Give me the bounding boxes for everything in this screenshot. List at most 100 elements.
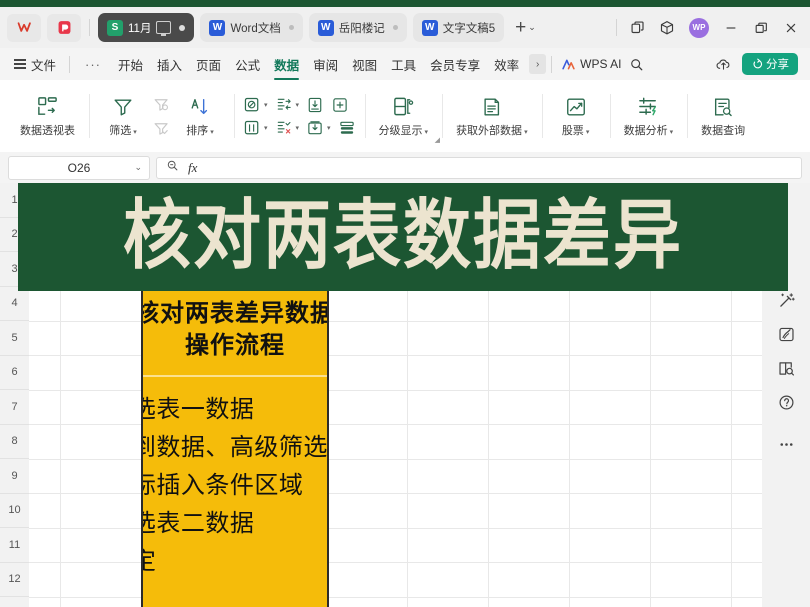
menu-tab-formula[interactable]: 公式 [228, 55, 267, 74]
data-analysis-button[interactable]: 数据分析 ▾ [617, 95, 681, 138]
yellow-instruction-card: 核对两表差异数据 操作流程 1、全选表一数据 2、找到数据、高级筛选 3、光标插… [141, 284, 329, 607]
delete-duplicates-icon[interactable]: ▾ [241, 118, 270, 138]
book-search-icon[interactable] [770, 351, 802, 385]
ribbon-group-outline: 分级显示 ▾ ◢ [364, 86, 443, 146]
close-button[interactable] [776, 14, 806, 42]
menubar-divider [69, 55, 71, 73]
docer-icon[interactable] [47, 13, 81, 42]
cube-icon[interactable] [652, 14, 682, 42]
data-compare-icon[interactable]: ▾ [273, 95, 302, 115]
filter-icon [112, 95, 134, 119]
ribbon-group-analysis: 数据分析 ▾ [609, 86, 688, 146]
row-header[interactable]: 7 [0, 390, 29, 425]
hamburger-menu-icon[interactable] [14, 59, 26, 69]
wps-ai-label: WPS AI [580, 57, 622, 71]
share-icon [753, 58, 763, 69]
cloud-upload-icon[interactable] [708, 50, 738, 78]
tab-yueyanglouji[interactable]: W 岳阳楼记 [308, 13, 407, 42]
formula-input[interactable]: fx [156, 156, 802, 179]
pivot-table-button[interactable]: 数据透视表 [13, 95, 82, 138]
minimize-button[interactable] [716, 14, 746, 42]
name-box[interactable]: O26 ⌄ [8, 155, 150, 180]
row-header[interactable]: 4 [0, 287, 29, 321]
avatar[interactable]: WP [689, 17, 709, 38]
menu-tab-page[interactable]: 页面 [189, 55, 228, 74]
step-item: 2、找到数据、高级筛选 [143, 434, 328, 462]
menu-tab-data[interactable]: 数据 [267, 55, 306, 80]
external-data-icon [481, 95, 503, 119]
unsaved-dot-icon [392, 25, 398, 30]
menu-tab-start[interactable]: 开始 [111, 55, 150, 74]
tab-11月[interactable]: S 11月 [98, 13, 195, 42]
spreadsheet-icon: S [107, 19, 123, 36]
duplicate-window-icon[interactable] [622, 14, 652, 42]
ribbon-group-data-tools: ▾ ▾ ▾ ▾ ▾ [234, 86, 365, 146]
insert-record-icon[interactable] [329, 95, 351, 115]
stock-button[interactable]: 股票 ▾ [549, 95, 603, 138]
menu-overflow-icon[interactable]: ··· [85, 57, 101, 72]
external-data-button[interactable]: 获取外部数据 ▾ [449, 95, 535, 138]
highlight-duplicates-icon[interactable]: ▾ [241, 95, 270, 115]
share-label: 分享 [766, 59, 789, 71]
row-header[interactable]: 5 [0, 321, 29, 356]
formula-bar: O26 ⌄ fx [0, 152, 810, 183]
data-validation-icon[interactable] [304, 95, 326, 115]
menu-scroll-right-icon[interactable]: › [529, 54, 547, 74]
delete-record-icon[interactable]: ▾ [273, 118, 302, 138]
green-title-banner: 核对两表数据差异 [18, 183, 788, 291]
menu-tab-member[interactable]: 会员专享 [423, 55, 487, 74]
menu-bar: 文件 ··· 开始 插入 页面 公式 数据 审阅 视图 工具 会员专享 效率 ›… [0, 48, 810, 80]
tab-word-doc[interactable]: W Word文档 [200, 13, 303, 42]
outline-button[interactable]: 分级显示 ▾ [372, 95, 436, 138]
row-header[interactable]: 8 [0, 425, 29, 459]
row-header[interactable]: 10 [0, 494, 29, 528]
magnifier-icon[interactable] [166, 159, 179, 177]
more-options-icon[interactable] [770, 427, 802, 461]
row-header[interactable]: 9 [0, 459, 29, 494]
dialog-launcher-icon[interactable]: ◢ [435, 136, 440, 144]
data-analysis-label: 数据分析 [623, 124, 668, 137]
name-box-value: O26 [67, 160, 91, 175]
share-button[interactable]: 分享 [742, 53, 798, 75]
row-header[interactable]: 6 [0, 356, 29, 390]
wps-logo-icon[interactable] [7, 13, 41, 42]
filter-label: 筛选 [109, 124, 132, 137]
window-tab-bar: S 11月 W Word文档 W 岳阳楼记 W 文字文稿5 + ⌄ WP [0, 7, 810, 48]
tabbar-divider-2 [616, 19, 617, 36]
unsaved-dot-icon [288, 25, 294, 30]
menu-file[interactable]: 文件 [31, 55, 56, 74]
menubar-divider-2 [551, 55, 553, 73]
ribbon-group-sort-filter: 筛选 ▾ 排序 ▾ [89, 86, 234, 146]
row-header[interactable]: 12 [0, 563, 29, 597]
new-tab-button[interactable]: + ⌄ [515, 18, 536, 37]
data-query-button[interactable]: 数据查询 [694, 95, 752, 138]
data-tools-row-1: ▾ ▾ [241, 95, 358, 115]
step-item: 5、确定 [143, 543, 327, 581]
menu-tab-tools[interactable]: 工具 [384, 55, 423, 74]
import-data-icon[interactable]: ▾ [304, 118, 333, 138]
advanced-filter-icon[interactable] [150, 118, 173, 139]
yellow-card-divider [143, 375, 327, 378]
menu-tab-review[interactable]: 审阅 [306, 55, 345, 74]
restore-button[interactable] [746, 14, 776, 42]
brush-tool-icon[interactable] [770, 317, 802, 351]
stock-chart-icon [565, 95, 587, 119]
wps-ai-button[interactable]: WPS AI [561, 57, 622, 72]
help-circle-icon[interactable] [770, 385, 802, 419]
data-analysis-icon [637, 95, 660, 119]
split-table-icon[interactable] [336, 118, 358, 138]
word-doc-icon: W [421, 19, 438, 36]
step-item: 3、光标插入条件区域 [143, 472, 304, 500]
chevron-down-icon[interactable]: ⌄ [134, 162, 142, 173]
reapply-filter-icon[interactable] [150, 94, 173, 115]
filter-button[interactable]: 筛选 ▾ [96, 95, 150, 138]
menu-tab-view[interactable]: 视图 [345, 55, 384, 74]
menu-tab-efficiency[interactable]: 效率 [487, 55, 526, 74]
sort-button[interactable]: 排序 ▾ [173, 95, 227, 138]
menu-tab-insert[interactable]: 插入 [150, 55, 189, 74]
search-icon[interactable] [622, 50, 652, 78]
group-outline-icon [392, 95, 415, 119]
row-header[interactable]: 11 [0, 528, 29, 563]
step-item: 1、全选表一数据 [143, 396, 255, 424]
tab-wenzi-wengao-5[interactable]: W 文字文稿5 [412, 13, 505, 42]
